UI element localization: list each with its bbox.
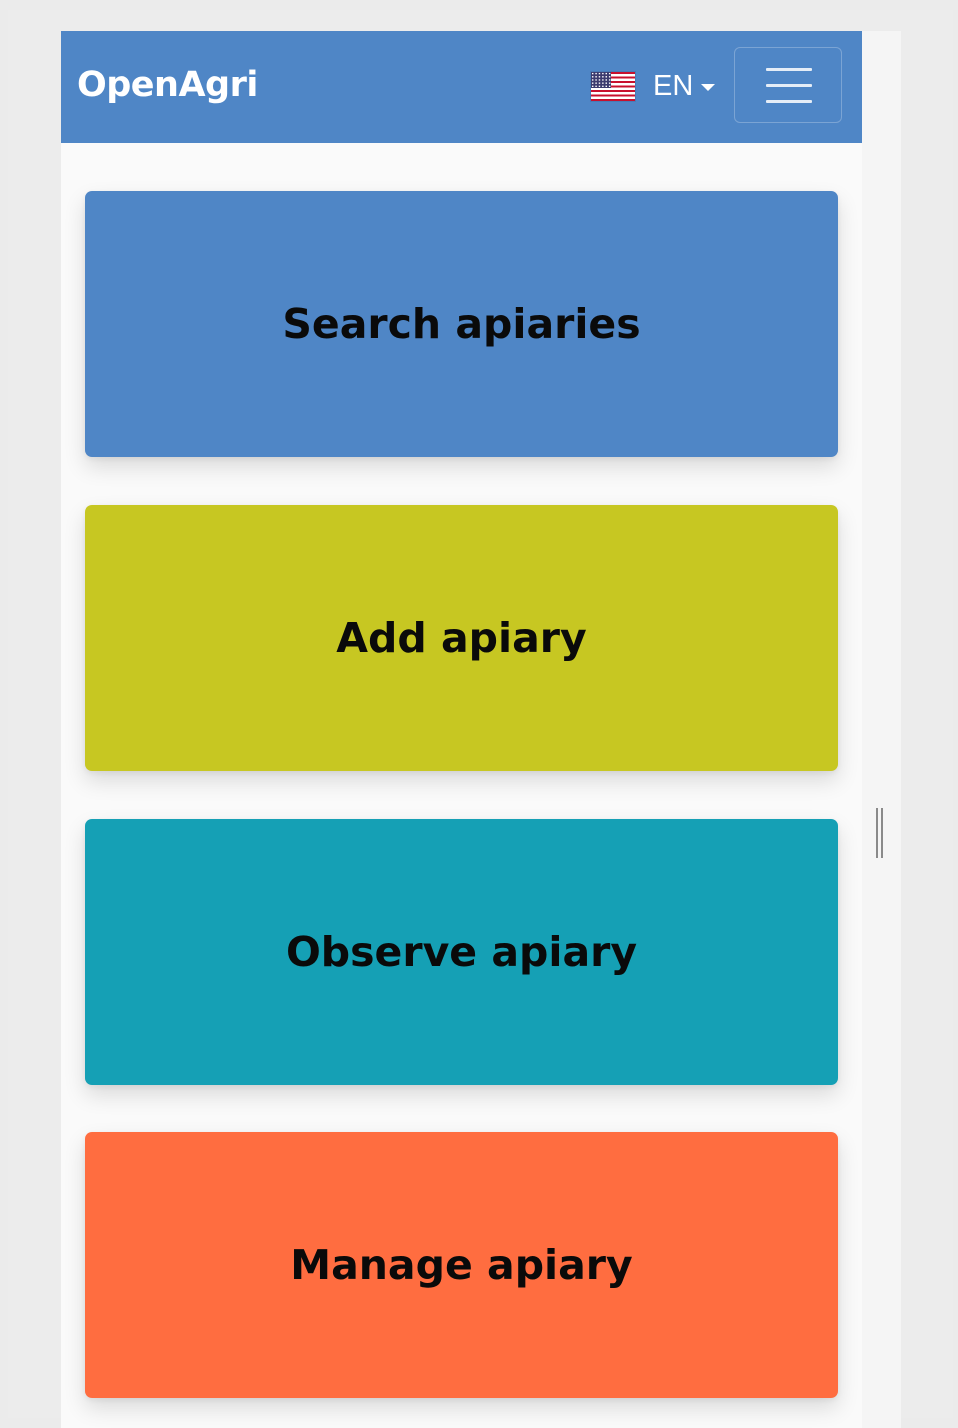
language-label: EN <box>653 69 694 102</box>
top-navbar: OpenAgri EN <box>61 31 862 143</box>
navbar-toggle-button[interactable] <box>734 47 842 123</box>
search-apiaries-button[interactable]: Search apiaries <box>85 191 838 457</box>
observe-apiary-button[interactable]: Observe apiary <box>85 819 838 1085</box>
brand-logo-link[interactable]: OpenAgri <box>77 65 258 105</box>
browser-window: OpenAgri EN Search apiaries Add apiary O… <box>8 10 953 1428</box>
language-selector[interactable]: EN <box>591 69 716 103</box>
device-frame: OpenAgri EN Search apiaries Add apiary O… <box>61 31 901 1428</box>
tile-label: Manage apiary <box>290 1241 633 1289</box>
tile-label: Search apiaries <box>282 300 641 348</box>
us-flag-icon <box>591 71 635 101</box>
caret-down-icon <box>701 84 716 91</box>
tile-label: Add apiary <box>336 614 587 662</box>
hamburger-menu-icon <box>766 68 812 71</box>
add-apiary-button[interactable]: Add apiary <box>85 505 838 771</box>
resize-handle[interactable] <box>876 808 884 858</box>
tile-label: Observe apiary <box>285 928 638 976</box>
app-viewport: OpenAgri EN Search apiaries Add apiary O… <box>61 31 862 1428</box>
manage-apiary-button[interactable]: Manage apiary <box>85 1132 838 1398</box>
